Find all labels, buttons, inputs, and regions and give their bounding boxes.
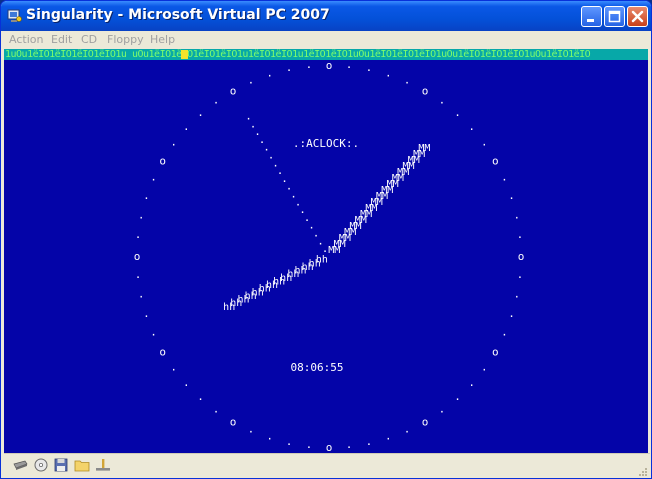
shared-folder-icon[interactable] [74,458,90,472]
minute-marker: . [266,430,273,443]
minute-marker: . [306,58,313,71]
hour-marker: o [492,155,499,168]
minute-marker: . [508,307,515,320]
minute-marker: . [286,61,293,74]
hour-marker: o [134,250,141,263]
minute-marker: . [138,288,145,301]
minute-marker: . [517,228,524,241]
minute-marker: . [366,435,373,448]
minute-marker: . [135,228,142,241]
minute-marker: . [213,403,220,416]
minimize-button[interactable] [581,6,602,27]
minute-marker: . [501,170,508,183]
digital-time: 08:06:55 [291,361,344,374]
minute-marker: . [501,326,508,339]
minute-marker: . [150,170,157,183]
minute-marker: . [468,376,475,389]
minute-marker: . [366,61,373,74]
hour-marker: o [326,441,333,453]
second-hand-mark: . [245,110,252,123]
maximize-icon [608,10,621,23]
clock-title: .:ACLOCK:. [293,137,359,150]
minute-marker: . [213,94,220,107]
title-bar[interactable]: Singularity - Microsoft Virtual PC 2007 [1,1,651,31]
minimize-icon [587,19,594,22]
minute-marker: . [143,189,150,202]
menu-help[interactable]: Help [150,33,175,46]
minute-marker: . [197,106,204,119]
network-icon[interactable] [95,458,111,472]
hour-marker: o [518,250,525,263]
hour-marker: o [230,85,237,98]
close-icon [631,10,644,23]
vm-screen[interactable]: 1uOu1ëÏÒ1ëÏÒ1ëÏÒ1ëÏÒ1u uOu1ëÏÒ1ëÏÒ1ëÏÒ1ë… [4,49,648,453]
minute-hand-mark: MM [418,143,430,154]
minute-marker: . [439,403,446,416]
minute-marker: . [454,106,461,119]
hard-disk-icon[interactable] [12,458,28,472]
virtual-pc-icon [7,9,22,22]
vpc-window: Singularity - Microsoft Virtual PC 2007 … [0,0,652,479]
maximize-button[interactable] [604,6,625,27]
minute-marker: . [404,74,411,87]
minute-marker: . [468,120,475,133]
hour-marker: o [326,59,333,72]
minute-marker: . [248,423,255,436]
hour-marker: o [422,85,429,98]
minute-marker: . [266,66,273,79]
minute-marker: . [454,390,461,403]
resize-grip-icon[interactable] [636,465,648,477]
minute-marker: . [439,94,446,107]
minute-marker: . [385,66,392,79]
hour-marker: o [422,415,429,428]
minute-marker: . [138,208,145,221]
minute-marker: . [513,288,520,301]
minute-marker: . [248,74,255,87]
minute-marker: . [517,268,524,281]
minute-marker: . [143,307,150,320]
minute-marker: . [170,136,177,149]
minute-marker: . [183,376,190,389]
menu-floppy[interactable]: Floppy [107,33,144,46]
menu-bar: Action Edit CD Floppy Help [4,31,650,49]
minute-marker: . [385,430,392,443]
close-button[interactable] [627,6,648,27]
minute-marker: . [481,360,488,373]
menu-cd[interactable]: CD [81,33,97,46]
minute-marker: . [508,189,515,202]
hour-hand-mark: hh [223,302,235,313]
hour-marker: o [492,346,499,359]
hour-marker: o [230,415,237,428]
minute-marker: . [286,435,293,448]
hour-marker: o [159,346,166,359]
cd-drive-icon[interactable] [33,458,49,472]
menu-edit[interactable]: Edit [51,33,72,46]
minute-marker: . [306,438,313,451]
vm-status-bar [4,453,650,478]
minute-marker: . [183,120,190,133]
window-title: Singularity - Microsoft Virtual PC 2007 [26,7,330,23]
floppy-icon[interactable] [53,458,69,472]
menu-action[interactable]: Action [9,33,43,46]
minute-marker: . [150,326,157,339]
minute-marker: . [481,136,488,149]
minute-marker: . [135,268,142,281]
minute-marker: . [346,438,353,451]
minute-marker: . [404,423,411,436]
ascii-clock: o.. ..o....o....o....o....o....o....o....… [134,58,525,453]
minute-marker: . [197,390,204,403]
hour-marker: o [159,155,166,168]
minute-marker: . [513,208,520,221]
minute-marker: . [346,58,353,71]
minute-marker: . [170,360,177,373]
